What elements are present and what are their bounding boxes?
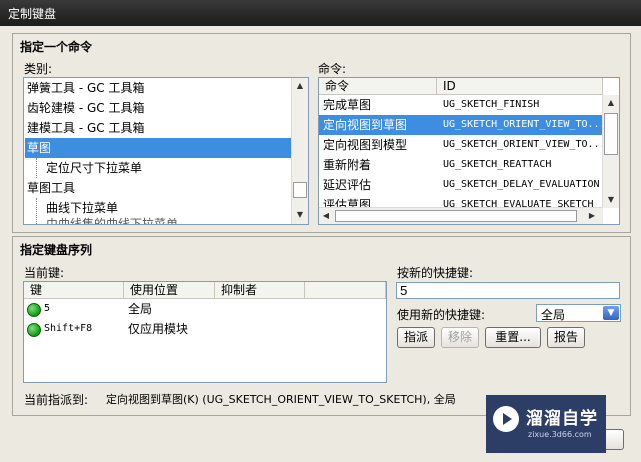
scroll-up-icon[interactable]: ▲ — [603, 98, 619, 107]
column-header-command[interactable]: 命令 — [319, 78, 437, 95]
command-id[interactable]: UG_SKETCH_REATTACH — [439, 155, 603, 175]
status-dot-icon — [27, 323, 41, 337]
command-name[interactable]: 定向视图到模型 — [319, 135, 439, 155]
scroll-left-icon[interactable]: ◀ — [321, 211, 331, 220]
column-header-suppressed[interactable]: 抑制者 — [215, 282, 305, 299]
assigned-to-value: 定向视图到草图(K) (UG_SKETCH_ORIENT_VIEW_TO_SKE… — [106, 393, 456, 406]
command-name-selected[interactable]: 定向视图到草图 — [319, 115, 439, 135]
sequence-group-title: 指定键盘序列 — [20, 243, 93, 257]
command-group-title: 指定一个命令 — [20, 40, 93, 54]
scroll-up-icon[interactable]: ▲ — [292, 81, 308, 90]
watermark-logo: 溜溜自学 zixue.3d66.com — [486, 395, 606, 453]
key-suppressed[interactable] — [215, 319, 305, 339]
scope-select[interactable]: 全局 ▼ — [536, 304, 621, 322]
scroll-down-icon[interactable]: ▼ — [603, 195, 619, 204]
category-item[interactable]: 齿轮建模 - GC 工具箱 — [27, 98, 289, 118]
customize-keyboard-dialog: 定制键盘 指定一个命令 类别: 弹簧工具 - GC 工具箱 齿轮建模 - GC … — [0, 0, 641, 462]
key-value[interactable]: Shift+F8 — [40, 319, 124, 339]
command-list[interactable]: 命令 ID 完成草图 UG_SKETCH_FINISH 定向视图到草图 UG_S… — [318, 77, 620, 225]
category-list[interactable]: 弹簧工具 - GC 工具箱 齿轮建模 - GC 工具箱 建模工具 - GC 工具… — [23, 77, 309, 225]
assign-button[interactable]: 指派 — [397, 327, 435, 348]
column-header-scope[interactable]: 使用位置 — [124, 282, 215, 299]
watermark-url: zixue.3d66.com — [528, 430, 592, 439]
category-item[interactable]: 弹簧工具 - GC 工具箱 — [27, 78, 289, 98]
command-name[interactable]: 重新附着 — [319, 155, 439, 175]
category-item-selected[interactable]: 草图 — [25, 138, 291, 158]
remove-button[interactable]: 移除 — [441, 327, 479, 348]
category-scrollbar[interactable]: ▲ ▼ — [291, 78, 308, 224]
chevron-down-icon[interactable]: ▼ — [603, 306, 619, 320]
play-icon — [493, 406, 519, 432]
category-item[interactable]: 定位尺寸下拉菜单 — [46, 158, 289, 178]
category-item[interactable]: 由曲线集的曲线下拉菜单 — [46, 214, 289, 224]
tree-line — [36, 198, 37, 224]
scope-select-value: 全局 — [541, 308, 566, 322]
status-dot-icon — [27, 303, 41, 317]
new-shortcut-input[interactable] — [396, 282, 620, 299]
command-id[interactable]: UG_SKETCH_FINISH — [439, 95, 603, 115]
category-item[interactable]: 建模工具 - GC 工具箱 — [27, 118, 289, 138]
key-scope[interactable]: 仅应用模块 — [124, 319, 215, 339]
key-value[interactable]: 5 — [40, 299, 124, 319]
current-keys-label: 当前键: — [24, 266, 65, 280]
window-title: 定制键盘 — [8, 7, 57, 21]
column-header-empty — [305, 282, 386, 299]
category-label: 类别: — [24, 62, 53, 76]
use-new-shortcut-label: 使用新的快捷键: — [397, 308, 486, 322]
scroll-down-icon[interactable]: ▼ — [292, 210, 308, 219]
command-name[interactable]: 延迟评估 — [319, 175, 439, 195]
title-bar: 定制键盘 — [0, 0, 641, 26]
scroll-right-icon[interactable]: ▶ — [587, 211, 597, 220]
scroll-thumb[interactable] — [335, 210, 577, 222]
assigned-to-label: 当前指派到: — [24, 393, 89, 407]
watermark-brand: 溜溜自学 — [526, 409, 598, 429]
report-button[interactable]: 报告 — [547, 327, 585, 348]
command-name[interactable]: 完成草图 — [319, 95, 439, 115]
tree-line — [36, 158, 37, 178]
column-header-key[interactable]: 键 — [24, 282, 124, 299]
scroll-thumb[interactable] — [293, 182, 307, 198]
current-keys-list[interactable]: 键 使用位置 抑制者 5 全局 Shift+F8 仅应用模块 — [23, 281, 387, 383]
command-horizontal-scrollbar[interactable]: ◀ ▶ — [319, 207, 603, 224]
command-label: 命令: — [318, 62, 347, 76]
scroll-thumb[interactable] — [604, 113, 618, 155]
category-item[interactable]: 草图工具 — [27, 178, 289, 198]
column-header-id[interactable]: ID — [437, 78, 603, 95]
reset-button[interactable]: 重置... — [485, 327, 541, 348]
command-id[interactable]: UG_SKETCH_ORIENT_VIEW_TO... — [439, 135, 606, 155]
key-scope[interactable]: 全局 — [124, 299, 215, 319]
command-id[interactable]: UG_SKETCH_DELAY_EVALUATION — [439, 175, 603, 195]
command-id-selected[interactable]: UG_SKETCH_ORIENT_VIEW_TO... — [439, 115, 606, 135]
new-shortcut-label: 按新的快捷键: — [397, 266, 474, 280]
command-vertical-scrollbar[interactable]: ▲ ▼ — [602, 95, 619, 208]
key-suppressed[interactable] — [215, 299, 305, 319]
